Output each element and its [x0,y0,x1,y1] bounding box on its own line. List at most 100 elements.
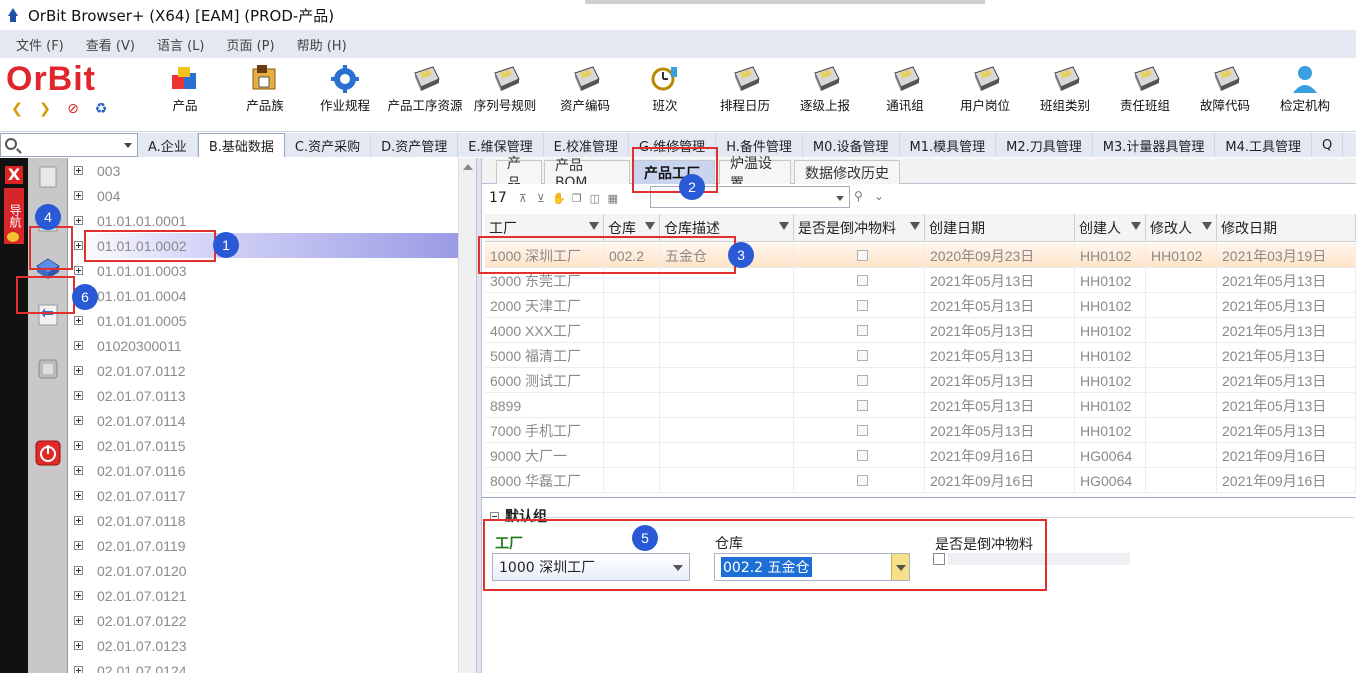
table-cell[interactable] [794,268,925,293]
table-cell[interactable] [794,368,925,393]
tree-item[interactable]: 01.01.01.0002 [70,233,460,258]
expand-plus-icon[interactable] [74,441,83,450]
expand-plus-icon[interactable] [74,341,83,350]
table-cell[interactable] [794,468,925,493]
expand-plus-icon[interactable] [74,241,83,250]
expand-plus-icon[interactable] [74,266,83,275]
column-header[interactable]: 修改日期 [1217,214,1356,242]
column-header[interactable]: 创建人 [1075,214,1146,242]
table-row[interactable]: 8899 2021年05月13日 HH0102 2021年05月13日 [485,393,1356,418]
tree-item[interactable]: 02.01.07.0115 [70,433,460,458]
module-tab-3[interactable]: D.资产管理 [371,133,459,157]
expand-plus-icon[interactable] [74,616,83,625]
toolbar-button-14[interactable]: 检定机构 [1265,58,1345,132]
module-tab-6[interactable]: G.维修管理 [629,133,717,157]
toolbar-button-7[interactable]: 排程日历 [705,58,785,132]
component-icon[interactable] [33,254,63,284]
column-header[interactable]: 是否是倒冲物料 [794,214,925,242]
tree-item[interactable]: 01.01.01.0005 [70,308,460,333]
table-row[interactable]: 5000 福清工厂 2021年05月13日 HH0102 2021年05月13日 [485,343,1356,368]
tree-item[interactable]: 02.01.07.0118 [70,508,460,533]
tree-item[interactable]: 02.01.07.0119 [70,533,460,558]
module-tab-2[interactable]: C.资产采购 [285,133,372,157]
module-tab-13[interactable]: Q [1312,133,1344,157]
filter-icon[interactable] [910,222,920,230]
module-tab-11[interactable]: M3.计量器具管理 [1093,133,1216,157]
table-cell[interactable] [794,243,925,268]
navigation-panel[interactable]: 导航 [4,188,24,244]
tree-item[interactable]: 003 [70,158,460,183]
column-header[interactable]: 工厂 [485,214,604,242]
tree-item[interactable]: 004 [70,183,460,208]
column-header[interactable]: 创建日期 [925,214,1075,242]
table-row[interactable]: 3000 东莞工厂 2021年05月13日 HH0102 2021年05月13日 [485,268,1356,293]
table-cell[interactable] [794,393,925,418]
expand-icon[interactable]: ⌄ [874,189,890,205]
toolbar-button-0[interactable]: 产品 [145,58,225,132]
chevron-down-icon[interactable] [121,136,135,154]
expand-plus-icon[interactable] [74,416,83,425]
tree-item[interactable]: 02.01.07.0114 [70,408,460,433]
toolbar-button-5[interactable]: 资产编码 [545,58,625,132]
chevron-down-icon[interactable] [673,565,683,571]
toolbar-button-11[interactable]: 班组类别 [1025,58,1105,132]
tree-item[interactable]: 02.01.07.0122 [70,608,460,633]
copy-icon[interactable]: ❐ [569,190,585,206]
module-tab-1[interactable]: B.基础数据 [197,133,285,157]
return-icon[interactable] [33,300,63,330]
backflush-row-checkbox[interactable] [857,325,868,336]
module-tab-0[interactable]: A.企业 [138,133,198,157]
toolbar-button-1[interactable]: 产品族 [225,58,305,132]
tree-item[interactable]: 02.01.07.0121 [70,583,460,608]
tree-item[interactable]: 01.01.01.0001 [70,208,460,233]
forward-icon[interactable]: ❯ [36,100,54,118]
backflush-row-checkbox[interactable] [857,450,868,461]
backflush-row-checkbox[interactable] [857,475,868,486]
expand-plus-icon[interactable] [74,666,83,673]
column-header[interactable]: 仓库描述 [660,214,794,242]
tree-item[interactable]: 02.01.07.0116 [70,458,460,483]
menu-language[interactable]: 语言 (L) [157,35,205,54]
expand-plus-icon[interactable] [74,391,83,400]
toolbar-button-10[interactable]: 用户岗位 [945,58,1025,132]
sub-tab-0[interactable]: 产品 [496,156,542,192]
expand-plus-icon[interactable] [74,191,83,200]
export-icon[interactable]: ◫ [587,190,603,206]
expand-plus-icon[interactable] [74,491,83,500]
refresh-icon[interactable]: ♻ [92,100,110,118]
menu-file[interactable]: 文件 (F) [16,35,64,54]
search-grid-icon[interactable]: ⚲ [854,189,870,205]
sub-tab-1[interactable]: 产品 BOM [544,158,630,191]
warehouse-dropdown-button[interactable] [891,554,909,580]
tree-item[interactable]: 02.01.07.0112 [70,358,460,383]
factory-combo[interactable]: 1000 深圳工厂 [492,553,690,581]
expand-plus-icon[interactable] [74,466,83,475]
table-cell[interactable] [794,343,925,368]
tree-scrollbar[interactable] [458,158,476,673]
backflush-checkbox[interactable] [933,553,945,565]
page-icon[interactable] [33,162,63,192]
first-record-icon[interactable]: ⊼ [515,190,531,206]
power-icon[interactable] [33,438,63,468]
expand-plus-icon[interactable] [74,566,83,575]
menu-page[interactable]: 页面 (P) [226,35,274,54]
module-tab-5[interactable]: E.校准管理 [544,133,629,157]
table-cell[interactable] [794,293,925,318]
menu-view[interactable]: 查看 (V) [86,35,135,54]
backflush-row-checkbox[interactable] [857,300,868,311]
expand-plus-icon[interactable] [74,591,83,600]
table-row[interactable]: 9000 大厂一 2021年09月16日 HG0064 2021年09月16日 [485,443,1356,468]
tree-item[interactable]: 02.01.07.0120 [70,558,460,583]
column-header[interactable]: 仓库 [604,214,660,242]
grid-icon[interactable] [33,354,63,384]
expand-plus-icon[interactable] [74,541,83,550]
table-icon[interactable]: ▦ [605,190,621,206]
module-tab-12[interactable]: M4.工具管理 [1215,133,1312,157]
backflush-row-checkbox[interactable] [857,375,868,386]
toolbar-button-12[interactable]: 责任班组 [1105,58,1185,132]
filter-icon[interactable] [1131,222,1141,230]
table-row[interactable]: 1000 深圳工厂 002.2 五金仓 2020年09月23日 HH0102 HH0102… [485,243,1356,268]
tree-item[interactable]: 02.01.07.0117 [70,483,460,508]
backflush-row-checkbox[interactable] [857,250,868,261]
backflush-row-checkbox[interactable] [857,400,868,411]
